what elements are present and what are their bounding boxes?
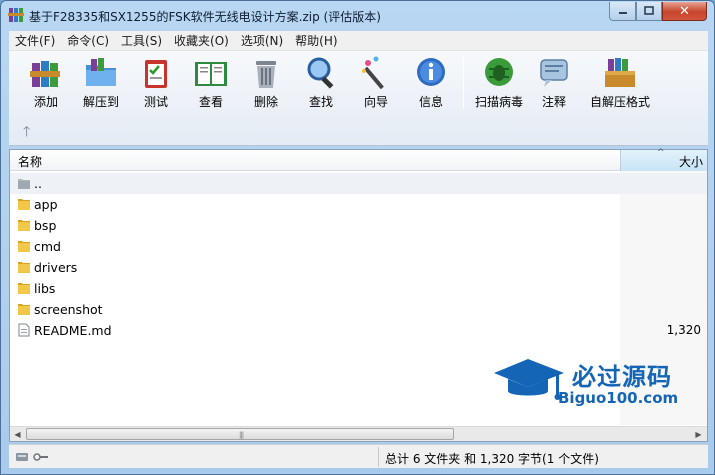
winrar-app-icon[interactable] (8, 7, 24, 23)
row-name: README.md (34, 323, 112, 338)
comment-label: 注释 (541, 95, 566, 109)
virus-scan-icon (485, 58, 513, 86)
folder-icon (18, 262, 30, 273)
close-icon: ✕ (679, 3, 690, 19)
list-row-screenshot[interactable]: screenshot (10, 299, 620, 320)
file-list: 名称 ^ 大小 .. app bsp cmd drivers libs scre… (9, 148, 708, 442)
column-size-label: 大小 (678, 155, 703, 169)
scroll-grip-icon: ||| (239, 431, 244, 439)
menu-command[interactable]: 命令(C) (61, 32, 115, 49)
info-icon (417, 58, 445, 86)
list-row-drivers[interactable]: drivers (10, 257, 620, 278)
menu-help[interactable]: 帮助(H) (289, 32, 343, 49)
close-button[interactable]: ✕ (662, 2, 707, 21)
row-name: bsp (34, 218, 57, 233)
status-left-segment (9, 447, 379, 467)
scroll-left-icon[interactable]: ◀ (10, 428, 25, 441)
info-button[interactable]: 信息 (404, 55, 458, 111)
sfx-button[interactable]: 自解压格式 (587, 55, 653, 111)
list-row-app[interactable]: app (10, 194, 620, 215)
menu-tools[interactable]: 工具(S) (115, 32, 168, 49)
row-name: libs (34, 281, 56, 296)
extract-folder-icon (86, 58, 116, 86)
list-row-readme[interactable]: README.md 1,320 (10, 320, 707, 341)
parent-folder-icon (18, 179, 30, 189)
document-icon (18, 323, 30, 337)
row-size: 1,320 (666, 323, 701, 337)
menu-favorites[interactable]: 收藏夹(O) (168, 32, 235, 49)
list-row-parent[interactable]: .. (10, 173, 707, 194)
scroll-thumb[interactable]: ||| (26, 428, 454, 440)
app-window: 基于F28335和SX1255的FSK软件无线电设计方案.zip (评估版本) … (0, 0, 715, 475)
view-book-icon (195, 62, 227, 86)
window-title: 基于F28335和SX1255的FSK软件无线电设计方案.zip (评估版本) (29, 10, 381, 24)
wizard-wand-icon (362, 56, 384, 90)
row-name: .. (34, 176, 42, 191)
extract-to-label: 解压到 (82, 95, 119, 109)
column-size-header[interactable]: ^ 大小 (620, 148, 707, 171)
view-label: 查看 (198, 95, 223, 109)
test-clipboard-icon (145, 60, 167, 88)
list-row-libs[interactable]: libs (10, 278, 620, 299)
test-label: 测试 (143, 95, 168, 109)
folder-icon (18, 304, 30, 315)
maximize-button[interactable] (636, 2, 662, 21)
view-button[interactable]: 查看 (184, 55, 238, 111)
folder-icon (18, 220, 30, 231)
folder-icon (18, 199, 30, 210)
minimize-button[interactable] (609, 2, 636, 21)
graduation-cap-icon (494, 359, 564, 400)
folder-icon (18, 283, 30, 294)
add-button[interactable]: 添加 (19, 55, 73, 111)
folder-icon (18, 241, 30, 252)
sfx-box-icon (605, 58, 635, 87)
row-name: drivers (34, 260, 78, 275)
watermark-title: 必过源码 (572, 363, 672, 391)
delete-trash-icon (256, 61, 276, 88)
column-name-header[interactable]: 名称 (18, 153, 42, 170)
status-bar: 总计 6 文件夹 和 1,320 字节(1 个文件) (9, 444, 708, 468)
sfx-label: 自解压格式 (589, 95, 650, 109)
virus-scan-label: 扫描病毒 (474, 95, 523, 109)
info-label: 信息 (418, 95, 443, 109)
find-button[interactable]: 查找 (294, 55, 348, 111)
status-summary: 总计 6 文件夹 和 1,320 字节(1 个文件) (385, 452, 599, 466)
column-header: 名称 ^ 大小 (10, 148, 707, 171)
add-label: 添加 (33, 95, 58, 109)
watermark-logo: 必过源码 Biguo100.com (488, 353, 698, 413)
horizontal-scrollbar[interactable]: ◀ ||| ▶ (10, 426, 707, 441)
row-name: cmd (34, 239, 61, 254)
find-label: 查找 (308, 95, 333, 109)
extract-to-button[interactable]: 解压到 (74, 55, 128, 111)
delete-button[interactable]: 删除 (239, 55, 293, 111)
virus-scan-button[interactable]: 扫描病毒 (469, 55, 529, 111)
toolbar: 添加 解压到 测试 查看 删除 查找 向导 信息 扫描病毒 注释 自解压格式 🡑 (9, 51, 708, 146)
menu-bar: 文件(F) 命令(C) 工具(S) 收藏夹(O) 选项(N) 帮助(H) (9, 31, 708, 51)
wizard-label: 向导 (363, 95, 388, 109)
list-row-cmd[interactable]: cmd (10, 236, 620, 257)
find-magnifier-icon (307, 57, 334, 89)
menu-options[interactable]: 选项(N) (235, 32, 289, 49)
toolbar-separator (463, 57, 464, 109)
maximize-icon (644, 6, 654, 15)
minimize-icon (618, 12, 627, 14)
add-books-icon (30, 61, 60, 87)
wizard-button[interactable]: 向导 (349, 55, 403, 111)
sort-ascending-icon: ^ (657, 148, 665, 158)
menu-file[interactable]: 文件(F) (9, 32, 61, 49)
comment-button[interactable]: 注释 (527, 55, 581, 111)
list-row-bsp[interactable]: bsp (10, 215, 620, 236)
delete-label: 删除 (253, 95, 278, 109)
test-button[interactable]: 测试 (129, 55, 183, 111)
row-name: app (34, 197, 58, 212)
scroll-right-icon[interactable]: ▶ (691, 428, 706, 441)
comment-icon (540, 59, 568, 87)
up-folder-button[interactable]: 🡑 (23, 121, 30, 145)
title-bar: 基于F28335和SX1255的FSK软件无线电设计方案.zip (评估版本) … (1, 1, 714, 31)
row-name: screenshot (34, 302, 103, 317)
watermark-url: Biguo100.com (558, 389, 679, 407)
drive-key-icon[interactable] (15, 451, 49, 463)
